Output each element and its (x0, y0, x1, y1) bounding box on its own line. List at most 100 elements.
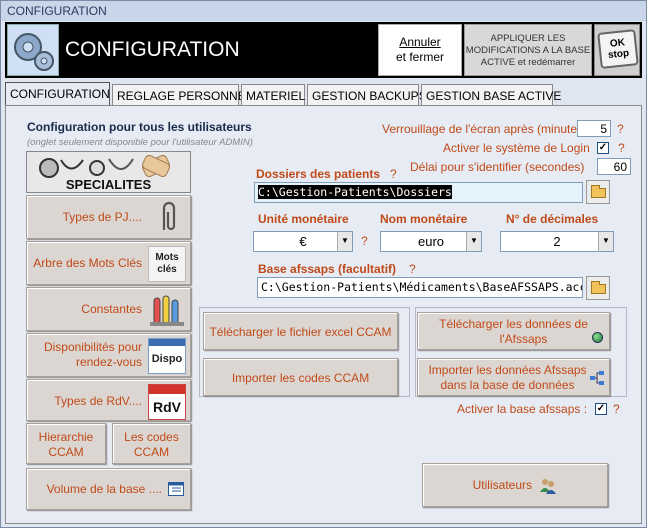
delai-input[interactable]: 60 (597, 158, 631, 175)
header-bar: CONFIGURATION Annuler et fermer APPLIQUE… (5, 22, 642, 78)
dossiers-label: Dossiers des patients (256, 167, 381, 181)
telecharger-afssaps-line2: l'Afssaps (499, 332, 548, 346)
decimales-label: N° de décimales (506, 212, 599, 226)
apply-label-line3: ACTIVE et redémarrer (480, 57, 576, 68)
decimales-value: 2 (553, 234, 561, 249)
tab-reglage-personnel[interactable]: REGLAGE PERSONNEL (112, 84, 252, 106)
codes-label-line1: Les codes (124, 430, 179, 444)
dossiers-browse-button[interactable] (586, 180, 610, 204)
codes-label-line2: CCAM (133, 445, 170, 459)
dispo-label-line2: rendez-vous (75, 355, 142, 369)
base-afssaps-help[interactable]: ? (409, 262, 416, 276)
apply-label-line2: MODIFICATIONS A LA BASE (465, 45, 591, 56)
mots-cles-icon-line2: clés (157, 264, 177, 275)
unite-help[interactable]: ? (361, 234, 368, 248)
dossiers-input[interactable]: C:\Gestion-Patients\Dossiers (254, 182, 583, 203)
folder-icon (591, 281, 606, 294)
types-pj-button[interactable]: Types de PJ.... (26, 195, 191, 239)
types-rdv-label: Types de RdV.... (54, 394, 142, 408)
network-tree-icon (590, 371, 604, 385)
configuration-window: CONFIGURATION CONFIGURATION Annuler et f… (0, 0, 647, 528)
cancel-close-button[interactable]: Annuler et fermer (378, 24, 462, 76)
constantes-label: Constantes (81, 302, 142, 316)
decimales-select[interactable]: 2 ▼ (500, 231, 614, 252)
unite-select[interactable]: € ▼ (253, 231, 353, 252)
mots-cles-icon-line1: Mots (155, 252, 179, 263)
arbre-mots-cles-label: Arbre des Mots Clés (33, 256, 142, 270)
specialites-label: SPECIALITES (65, 177, 152, 192)
calendar-rdv-icon: RdV (148, 384, 186, 420)
nom-monetaire-value: euro (417, 234, 445, 249)
activer-afssaps-checkbox[interactable]: ✓ (595, 403, 607, 415)
importer-afssaps-button[interactable]: Importer les données Afssaps dans la bas… (417, 358, 610, 396)
telecharger-ccam-button[interactable]: Télécharger le fichier excel CCAM (203, 312, 398, 350)
globe-icon (592, 332, 603, 343)
unite-value: € (299, 234, 307, 249)
unite-label: Unité monétaire (258, 212, 349, 226)
telecharger-afssaps-line1: Télécharger les données de (439, 317, 588, 331)
telecharger-afssaps-button[interactable]: Télécharger les données de l'Afssaps (417, 312, 610, 350)
mots-cles-icon: Mots clés (148, 246, 186, 282)
verrouillage-help[interactable]: ? (617, 122, 624, 136)
ok-stop-button[interactable]: OK stop (594, 24, 640, 76)
login-label: Activer le système de Login (443, 141, 590, 155)
types-pj-label: Types de PJ.... (62, 210, 142, 224)
test-tubes-icon (150, 295, 184, 326)
folder-icon (591, 185, 606, 198)
dispo-label: Disponibilités pour rendez-vous (44, 340, 142, 370)
login-checkbox[interactable]: ✓ (597, 142, 609, 154)
hierarchie-label-line2: CCAM (48, 445, 84, 459)
users-icon (540, 479, 557, 494)
nom-dropdown-arrow-icon[interactable]: ▼ (466, 232, 481, 251)
apply-label-line1: APPLIQUER LES (490, 33, 566, 44)
apply-changes-button[interactable]: APPLIQUER LES MODIFICATIONS A LA BASE AC… (464, 24, 592, 76)
arbre-mots-cles-button[interactable]: Arbre des Mots Clés Mots clés (26, 241, 191, 285)
base-afssaps-browse-button[interactable] (586, 276, 610, 300)
dossiers-help[interactable]: ? (390, 167, 397, 181)
tab-bar: CONFIGURATION REGLAGE PERSONNEL MATERIEL… (5, 82, 642, 106)
all-users-heading: Configuration pour tous les utilisateurs (27, 120, 252, 134)
cancel-label-line2: et fermer (395, 50, 444, 64)
utilisateurs-button[interactable]: Utilisateurs (422, 463, 608, 507)
tab-configuration[interactable]: CONFIGURATION (5, 82, 110, 106)
importer-ccam-button[interactable]: Importer les codes CCAM (203, 358, 398, 396)
disponibilites-button[interactable]: Disponibilités pour rendez-vous Dispo (26, 333, 191, 377)
header-title: CONFIGURATION (65, 38, 240, 61)
tab-gestion-backups[interactable]: GESTION BACKUPS (307, 84, 427, 106)
activer-afssaps-help[interactable]: ? (613, 402, 620, 416)
hierarchie-ccam-button[interactable]: Hierarchie CCAM (26, 423, 106, 464)
importer-afssaps-line1: Importer les données Afssaps (428, 363, 587, 377)
volume-base-button[interactable]: Volume de la base .... (26, 468, 191, 510)
base-afssaps-label: Base afssaps (facultatif) (258, 262, 397, 276)
delai-label: Délai pour s'identifier (secondes) (410, 160, 585, 174)
importer-afssaps-line2: dans la base de données (440, 378, 575, 392)
paperclip-icon (162, 201, 176, 231)
gears-icon (7, 24, 59, 76)
stop-label: stop (607, 47, 630, 62)
cancel-label-line1: Annuler (399, 35, 441, 49)
unite-dropdown-arrow-icon[interactable]: ▼ (337, 232, 352, 251)
hierarchie-label-line1: Hierarchie (38, 430, 94, 444)
codes-ccam-button[interactable]: Les codes CCAM (112, 423, 191, 464)
utilisateurs-label: Utilisateurs (472, 478, 532, 493)
activer-afssaps-label: Activer la base afssaps : (457, 402, 588, 416)
verrouillage-label: Verrouillage de l'écran après (minutes) (382, 122, 588, 136)
constantes-button[interactable]: Constantes (26, 287, 191, 331)
nom-monetaire-select[interactable]: euro ▼ (380, 231, 482, 252)
verrouillage-input[interactable]: 5 (577, 120, 611, 137)
window-titlebar: CONFIGURATION (1, 1, 646, 21)
table-icon (168, 482, 184, 496)
tab-gestion-base-active[interactable]: GESTION BASE ACTIVE (421, 84, 561, 106)
configuration-panel: Configuration pour tous les utilisateurs… (5, 105, 642, 524)
volume-label: Volume de la base .... (46, 482, 162, 496)
decimales-dropdown-arrow-icon[interactable]: ▼ (598, 232, 613, 251)
specialites-button[interactable]: SPECIALITES (26, 151, 191, 193)
login-help[interactable]: ? (618, 141, 625, 155)
types-rdv-button[interactable]: Types de RdV.... RdV (26, 379, 191, 421)
calendar-dispo-icon: Dispo (148, 338, 186, 374)
dispo-label-line1: Disponibilités pour (43, 340, 142, 354)
nom-monetaire-label: Nom monétaire (380, 212, 468, 226)
dossiers-value: C:\Gestion-Patients\Dossiers (258, 185, 452, 199)
base-afssaps-input[interactable]: C:\Gestion-Patients\Médicaments\BaseAFSS… (257, 277, 583, 298)
tab-materiel[interactable]: MATERIEL (241, 84, 305, 106)
